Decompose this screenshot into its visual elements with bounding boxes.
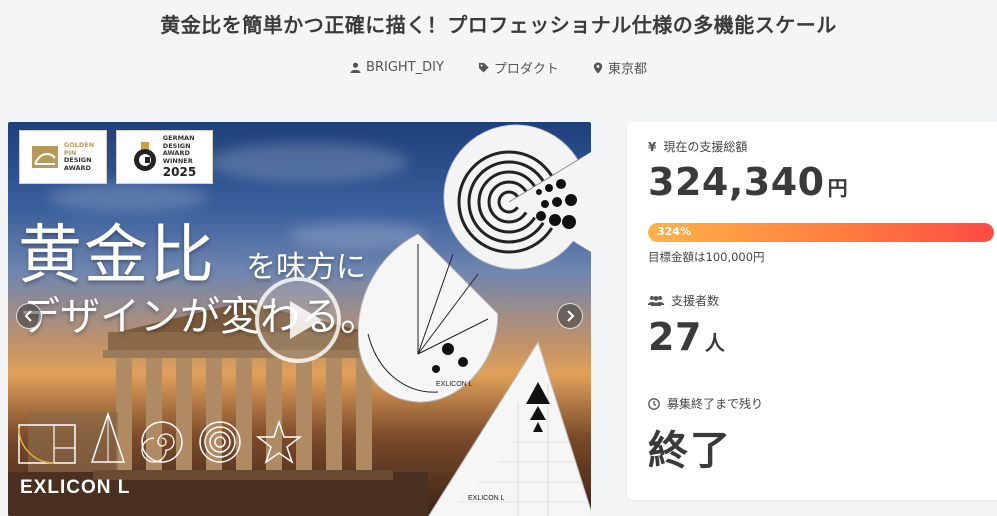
shape-icons-row <box>18 412 302 464</box>
golden-pin-icon <box>31 146 58 168</box>
scale-brand-label: EXLICON L <box>468 495 505 502</box>
raised-label-row: ¥ 現在の支援総額 <box>648 138 747 155</box>
page-title: 黄金比を簡単かつ正確に描く！プロフェッショナル仕様の多機能スケール <box>160 13 837 37</box>
hero-headline: 黄金比 <box>18 219 216 293</box>
play-video-button[interactable] <box>255 277 341 363</box>
progress-fill <box>648 223 994 242</box>
progress-percent: 324% <box>657 225 691 238</box>
remaining-label: 募集終了まで残り <box>667 397 764 411</box>
backers-label-row: 支援者数 <box>648 292 719 309</box>
backers-count: 27 人 <box>648 315 725 359</box>
golden-pin-text: GOLDEN PIN DESIGN AWARD <box>63 141 94 172</box>
carousel-prev-button[interactable] <box>16 303 42 329</box>
award-line: AWARD <box>63 163 91 172</box>
users-icon <box>648 296 664 306</box>
backers-unit: 人 <box>704 331 726 355</box>
hero-carousel[interactable]: GOLDEN PIN DESIGN AWARD GERMAN DESIGN AW… <box>8 122 591 516</box>
chevron-right-icon <box>567 310 575 322</box>
triangle-scale-product: EXLICON L <box>428 342 591 516</box>
clock-icon <box>648 397 660 410</box>
category-name: プロダクト <box>493 62 559 77</box>
triangle-shape-icon <box>90 412 126 463</box>
brand-logo: EXLICON L <box>20 477 131 498</box>
star-shape-icon <box>256 420 302 464</box>
map-pin-icon <box>593 61 603 74</box>
funding-summary-card: ¥ 現在の支援総額 324,340 円 324% 目標金額は100,000円 支援… <box>627 122 997 500</box>
location-name: 東京都 <box>607 62 647 77</box>
chevron-left-icon <box>24 310 32 322</box>
project-meta: BRIGHT_DIY プロダクト 東京都 <box>0 58 997 77</box>
sky-cloud <box>208 142 408 182</box>
award-year: 2025 <box>162 165 197 179</box>
golden-rectangle-icon <box>18 424 76 464</box>
award-medal-icon <box>133 142 156 171</box>
carousel-next-button[interactable] <box>557 303 583 329</box>
raised-label: 現在の支援総額 <box>663 140 748 154</box>
german-design-award-badge: GERMAN DESIGN AWARD WINNER 2025 <box>116 130 213 184</box>
remaining-label-row: 募集終了まで残り <box>648 395 763 412</box>
concentric-circles-icon <box>199 421 241 463</box>
backers-value: 27 <box>648 315 702 359</box>
backers-label: 支援者数 <box>671 294 720 308</box>
remaining-value: 終了 <box>648 428 732 474</box>
spiral-icon <box>141 421 183 463</box>
yen-icon: ¥ <box>648 139 657 154</box>
award-line: WINNER <box>162 156 193 165</box>
funding-progress-bar: 324% <box>648 223 994 242</box>
owner-link[interactable]: BRIGHT_DIY <box>350 58 444 77</box>
location-link[interactable]: 東京都 <box>593 58 647 77</box>
category-link[interactable]: プロダクト <box>478 58 559 77</box>
raised-value: 324,340 <box>648 160 825 204</box>
user-icon <box>350 62 361 73</box>
goal-amount: 目標金額は100,000円 <box>648 250 765 264</box>
tag-icon <box>478 62 489 73</box>
golden-pin-award-badge: GOLDEN PIN DESIGN AWARD <box>19 130 107 184</box>
owner-name: BRIGHT_DIY <box>366 60 444 75</box>
raised-unit: 円 <box>827 176 849 200</box>
raised-amount: 324,340 円 <box>648 160 848 204</box>
